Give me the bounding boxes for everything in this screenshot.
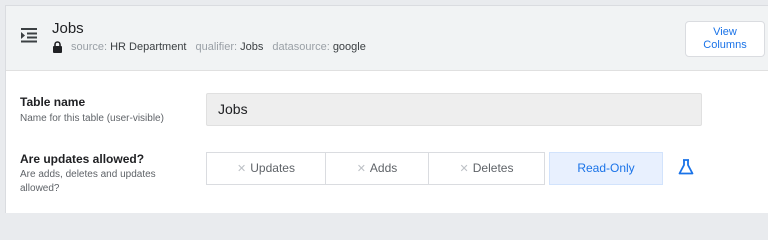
deletes-option[interactable]: ✕ Deletes xyxy=(428,152,545,185)
read-only-option[interactable]: Read-Only xyxy=(549,152,663,185)
view-columns-line2: Columns xyxy=(703,39,747,51)
source-label: source: xyxy=(71,41,108,53)
datasource-value: google xyxy=(332,41,366,53)
deletes-option-label: Deletes xyxy=(472,161,514,175)
table-title: Jobs xyxy=(52,20,84,37)
table-header: Jobs source: HR Department qualifier: Jo… xyxy=(6,6,768,71)
table-name-input[interactable]: Jobs xyxy=(206,93,702,126)
qualifier-label: qualifier: xyxy=(195,41,238,53)
view-columns-button[interactable]: View Columns xyxy=(685,21,765,57)
flask-icon[interactable] xyxy=(678,159,694,175)
read-only-option-label: Read-Only xyxy=(577,161,635,175)
datasource-label: datasource: xyxy=(272,41,330,53)
x-icon: ✕ xyxy=(237,163,247,175)
view-columns-line1: View xyxy=(713,26,737,38)
source-value: HR Department xyxy=(110,41,187,53)
lock-icon xyxy=(52,41,63,53)
table-name-label: Table name xyxy=(20,95,86,109)
x-icon: ✕ xyxy=(356,163,366,175)
adds-option-label: Adds xyxy=(369,161,398,175)
updates-allowed-label: Are updates allowed? xyxy=(20,152,145,166)
updates-option-label: Updates xyxy=(250,161,295,175)
updates-option[interactable]: ✕ Updates xyxy=(206,152,326,185)
table-settings-card: Jobs source: HR Department qualifier: Jo… xyxy=(5,5,768,213)
adds-option[interactable]: ✕ Adds xyxy=(325,152,429,185)
table-meta: source: HR Department qualifier: Jobs da… xyxy=(52,41,375,53)
table-name-description: Name for this table (user-visible) xyxy=(20,113,164,124)
x-icon: ✕ xyxy=(459,163,469,175)
updates-allowed-description: Are adds, deletes and updates allowed? xyxy=(20,169,156,194)
menu-collapse-icon[interactable] xyxy=(20,26,38,44)
qualifier-value: Jobs xyxy=(240,41,264,53)
